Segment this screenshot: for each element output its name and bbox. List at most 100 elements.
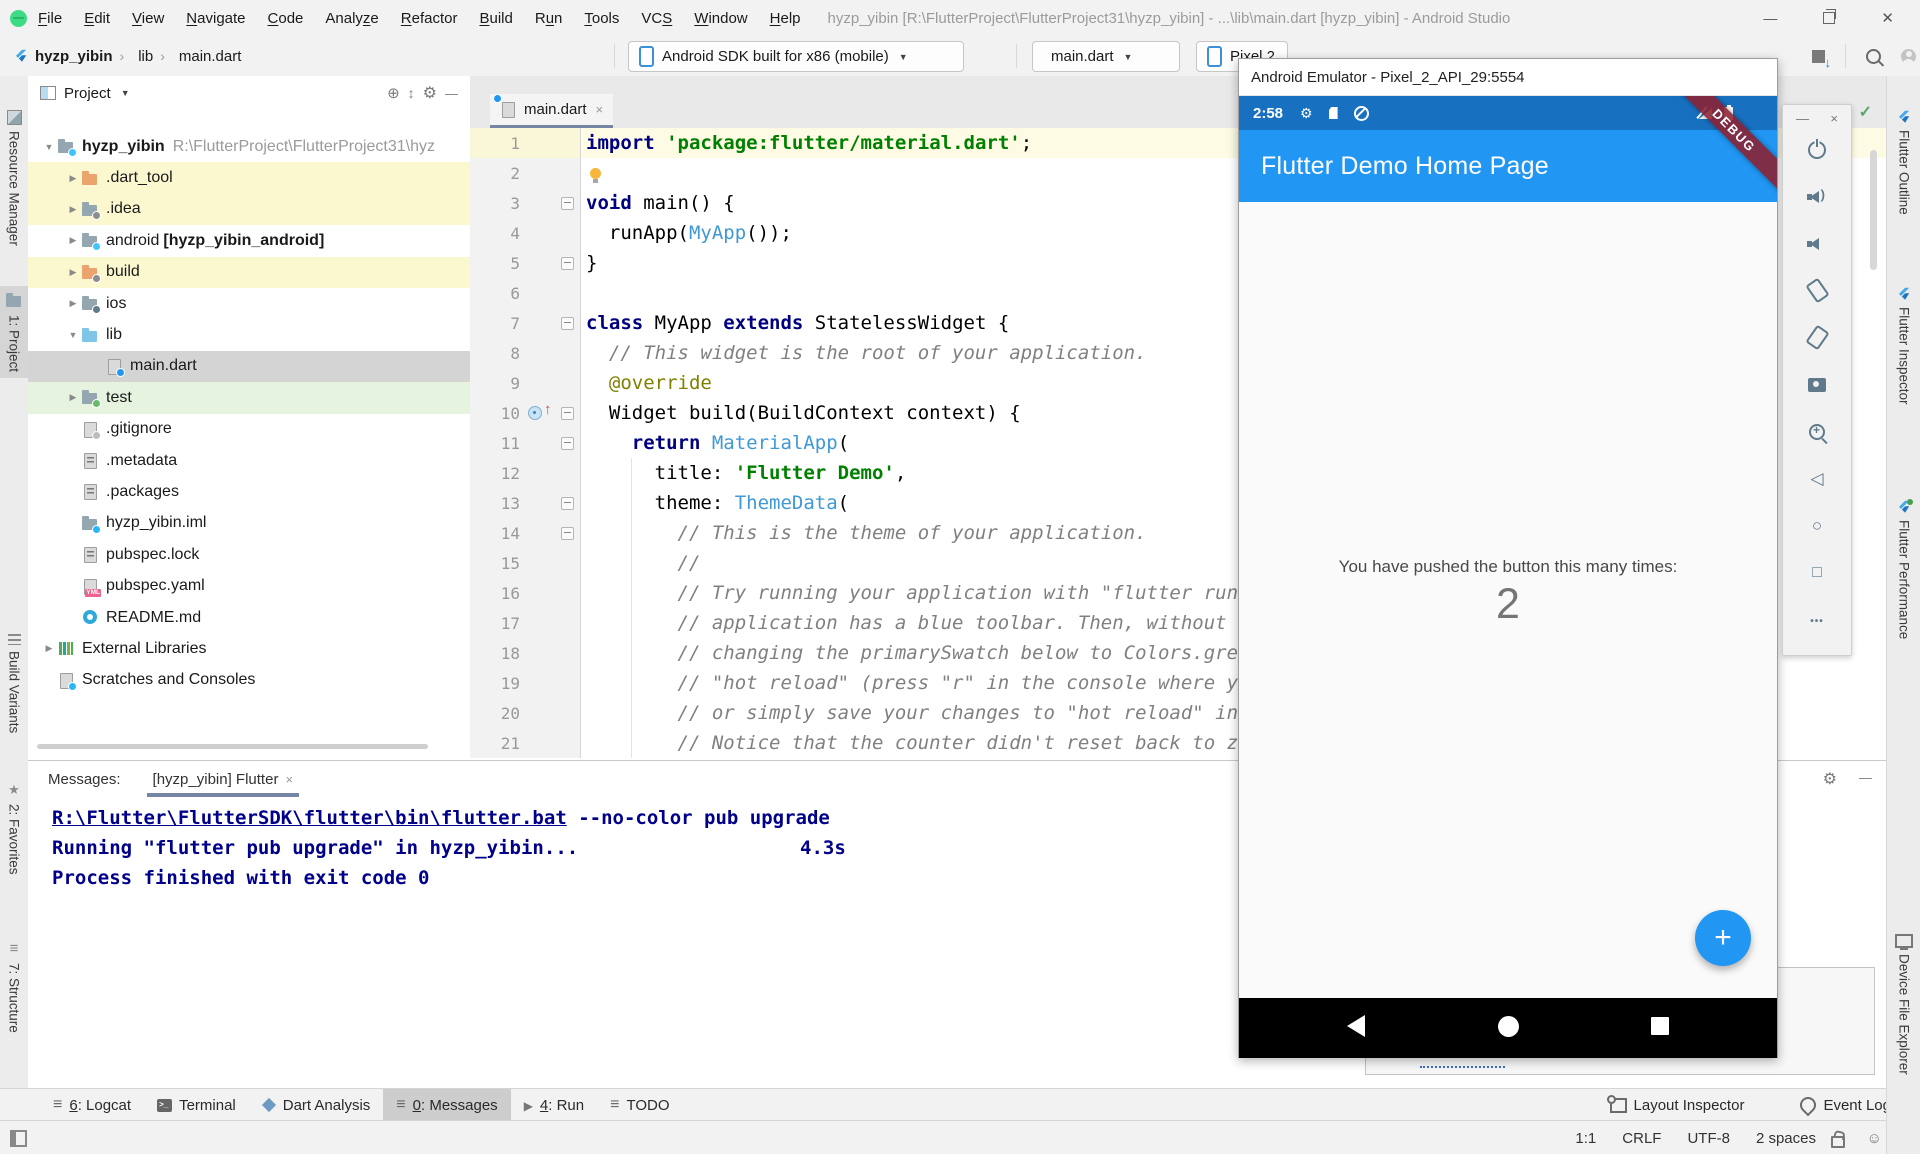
tree-arrow-icon[interactable]: ▶ xyxy=(64,392,82,403)
tree-item-hyzp-yibin-iml[interactable]: hyzp_yibin.iml xyxy=(28,508,470,539)
inspection-ok-icon[interactable] xyxy=(1859,102,1872,122)
tree-item-scratches-and-consoles[interactable]: Scratches and Consoles xyxy=(28,665,470,696)
menu-refactor[interactable]: Refactor xyxy=(390,10,469,27)
tree-item--metadata[interactable]: .metadata xyxy=(28,445,470,476)
gutter[interactable]: 13 xyxy=(470,488,581,518)
increment-fab-button[interactable]: + xyxy=(1695,910,1751,966)
close-icon[interactable] xyxy=(1881,9,1894,27)
gutter[interactable]: 6 xyxy=(470,278,581,308)
tree-item-main-dart[interactable]: main.dart xyxy=(28,351,470,382)
chevron-down-icon[interactable]: ▼ xyxy=(121,88,130,98)
editor-scrollbar[interactable] xyxy=(1870,150,1877,270)
emulator-more-button[interactable] xyxy=(1783,596,1851,643)
status-item-1-1[interactable]: 1:1 xyxy=(1575,1130,1596,1147)
gutter[interactable]: 2 xyxy=(470,158,581,188)
toolwindow-layout-inspector[interactable]: Layout Inspector xyxy=(1597,1089,1758,1121)
status-item-utf-8[interactable]: UTF-8 xyxy=(1687,1130,1730,1147)
tree-item-pubspec-yaml[interactable]: YMLpubspec.yaml xyxy=(28,570,470,601)
fold-marker-icon[interactable] xyxy=(561,407,574,420)
toolwindow-0-messages[interactable]: 0: Messages xyxy=(383,1089,510,1121)
tree-item-external-libraries[interactable]: ▶External Libraries xyxy=(28,633,470,664)
gutter[interactable]: 16 xyxy=(470,578,581,608)
fold-marker-icon[interactable] xyxy=(561,257,574,270)
gutter[interactable]: 18 xyxy=(470,638,581,668)
search-icon[interactable] xyxy=(1866,49,1881,64)
hide-panel-icon[interactable] xyxy=(1859,769,1872,789)
gutter[interactable]: 14 xyxy=(470,518,581,548)
console-link[interactable]: R:\Flutter\FlutterSDK\flutter\bin\flutte… xyxy=(52,807,567,829)
device-selector[interactable]: Android SDK built for x86 (mobile) ▼ xyxy=(628,41,964,72)
menu-file[interactable]: File xyxy=(27,10,73,27)
tree-item--packages[interactable]: .packages xyxy=(28,476,470,507)
tab-flutter-console[interactable]: [hyzp_yibin] Flutter × xyxy=(147,761,299,797)
restore-icon[interactable] xyxy=(1823,12,1835,24)
tree-item-build[interactable]: ▶build xyxy=(28,257,470,288)
tree-item-pubspec-lock[interactable]: pubspec.lock xyxy=(28,539,470,570)
gear-icon[interactable] xyxy=(1823,769,1837,789)
minimize-icon[interactable] xyxy=(1763,10,1777,27)
gutter[interactable]: 21 xyxy=(470,728,581,758)
toolwindow-todo[interactable]: TODO xyxy=(597,1089,682,1121)
hide-panel-icon[interactable] xyxy=(445,85,458,102)
nav-recents-button[interactable] xyxy=(1651,1017,1669,1039)
menu-view[interactable]: View xyxy=(121,10,175,27)
sdk-manager-icon[interactable] xyxy=(1812,50,1825,63)
horizontal-scrollbar[interactable] xyxy=(37,744,428,749)
fold-marker-icon[interactable] xyxy=(561,317,574,330)
emulator-title-bar[interactable]: Android Emulator - Pixel_2_API_29:5554 xyxy=(1239,59,1777,96)
toolwindow-terminal[interactable]: Terminal xyxy=(144,1089,249,1121)
gutter[interactable]: 20 xyxy=(470,698,581,728)
gutter[interactable]: 17 xyxy=(470,608,581,638)
emulator-rotate-left-button[interactable] xyxy=(1783,267,1851,314)
sidebar-tab-resource-manager[interactable]: Resource Manager xyxy=(0,104,28,252)
emulator-volume-down-button[interactable] xyxy=(1783,220,1851,267)
emulator-power-button[interactable] xyxy=(1783,126,1851,173)
tree-arrow-icon[interactable]: ▶ xyxy=(64,267,82,278)
emulator-rotate-right-button[interactable] xyxy=(1783,314,1851,361)
toolwindow-6-logcat[interactable]: 6: Logcat xyxy=(40,1089,144,1121)
fold-marker-icon[interactable] xyxy=(561,437,574,450)
emulator-volume-up-button[interactable]: ) xyxy=(1783,173,1851,220)
gutter[interactable]: 4 xyxy=(470,218,581,248)
menu-vcs[interactable]: VCS xyxy=(630,10,683,27)
tab-main-dart[interactable]: main.dart × xyxy=(490,94,613,128)
gutter[interactable]: 11 xyxy=(470,428,581,458)
tree-arrow-icon[interactable]: ▶ xyxy=(64,298,82,309)
run-config-selector[interactable]: main.dart ▼ xyxy=(1032,41,1180,72)
override-marker-icon[interactable] xyxy=(528,406,542,420)
emulator-screenshot-button[interactable] xyxy=(1783,361,1851,408)
gutter[interactable]: 1 xyxy=(470,128,581,158)
locate-file-icon[interactable] xyxy=(387,84,400,102)
tree-arrow-icon[interactable]: ▼ xyxy=(64,330,82,340)
nav-back-button[interactable] xyxy=(1347,1015,1365,1041)
gutter[interactable]: 3 xyxy=(470,188,581,218)
tree-item--idea[interactable]: ▶.idea xyxy=(28,194,470,225)
breadcrumb-hyzp_yibin[interactable]: hyzp_yibin xyxy=(35,48,113,65)
menu-navigate[interactable]: Navigate xyxy=(175,10,256,27)
status-item-2-spaces[interactable]: 2 spaces xyxy=(1756,1130,1816,1147)
emulator-overview-button[interactable] xyxy=(1783,549,1851,596)
menu-build[interactable]: Build xyxy=(468,10,523,27)
emulator-zoom-button[interactable] xyxy=(1783,408,1851,455)
tab-close-icon[interactable]: × xyxy=(596,102,604,117)
tree-arrow-icon[interactable]: ▼ xyxy=(40,142,58,152)
breadcrumb-main.dart[interactable]: main.dart xyxy=(179,48,242,65)
fold-marker-icon[interactable] xyxy=(561,197,574,210)
fold-marker-icon[interactable] xyxy=(561,497,574,510)
gutter[interactable]: 19 xyxy=(470,668,581,698)
tree-item--dart-tool[interactable]: ▶.dart_tool xyxy=(28,162,470,193)
gutter[interactable]: 9 xyxy=(470,368,581,398)
tab-close-icon[interactable]: × xyxy=(285,772,293,787)
tree-item-readme-md[interactable]: README.md xyxy=(28,602,470,633)
gutter[interactable]: 8 xyxy=(470,338,581,368)
menu-edit[interactable]: Edit xyxy=(73,10,121,27)
tree-arrow-icon[interactable]: ▶ xyxy=(64,173,82,184)
tree-arrow-icon[interactable]: ▶ xyxy=(64,204,82,215)
sidebar-tab-flutter-outline[interactable]: Flutter Outline xyxy=(1887,104,1920,221)
sidebar-tab-build-variants[interactable]: Build Variants xyxy=(0,628,28,739)
tree-item--gitignore[interactable]: .gitignore xyxy=(28,414,470,445)
tree-item-lib[interactable]: ▼lib xyxy=(28,319,470,350)
gutter[interactable]: 5 xyxy=(470,248,581,278)
tree-item-hyzp-yibin[interactable]: ▼hyzp_yibinR:\FlutterProject\FlutterProj… xyxy=(28,131,470,162)
tree-arrow-icon[interactable]: ▶ xyxy=(40,643,58,654)
